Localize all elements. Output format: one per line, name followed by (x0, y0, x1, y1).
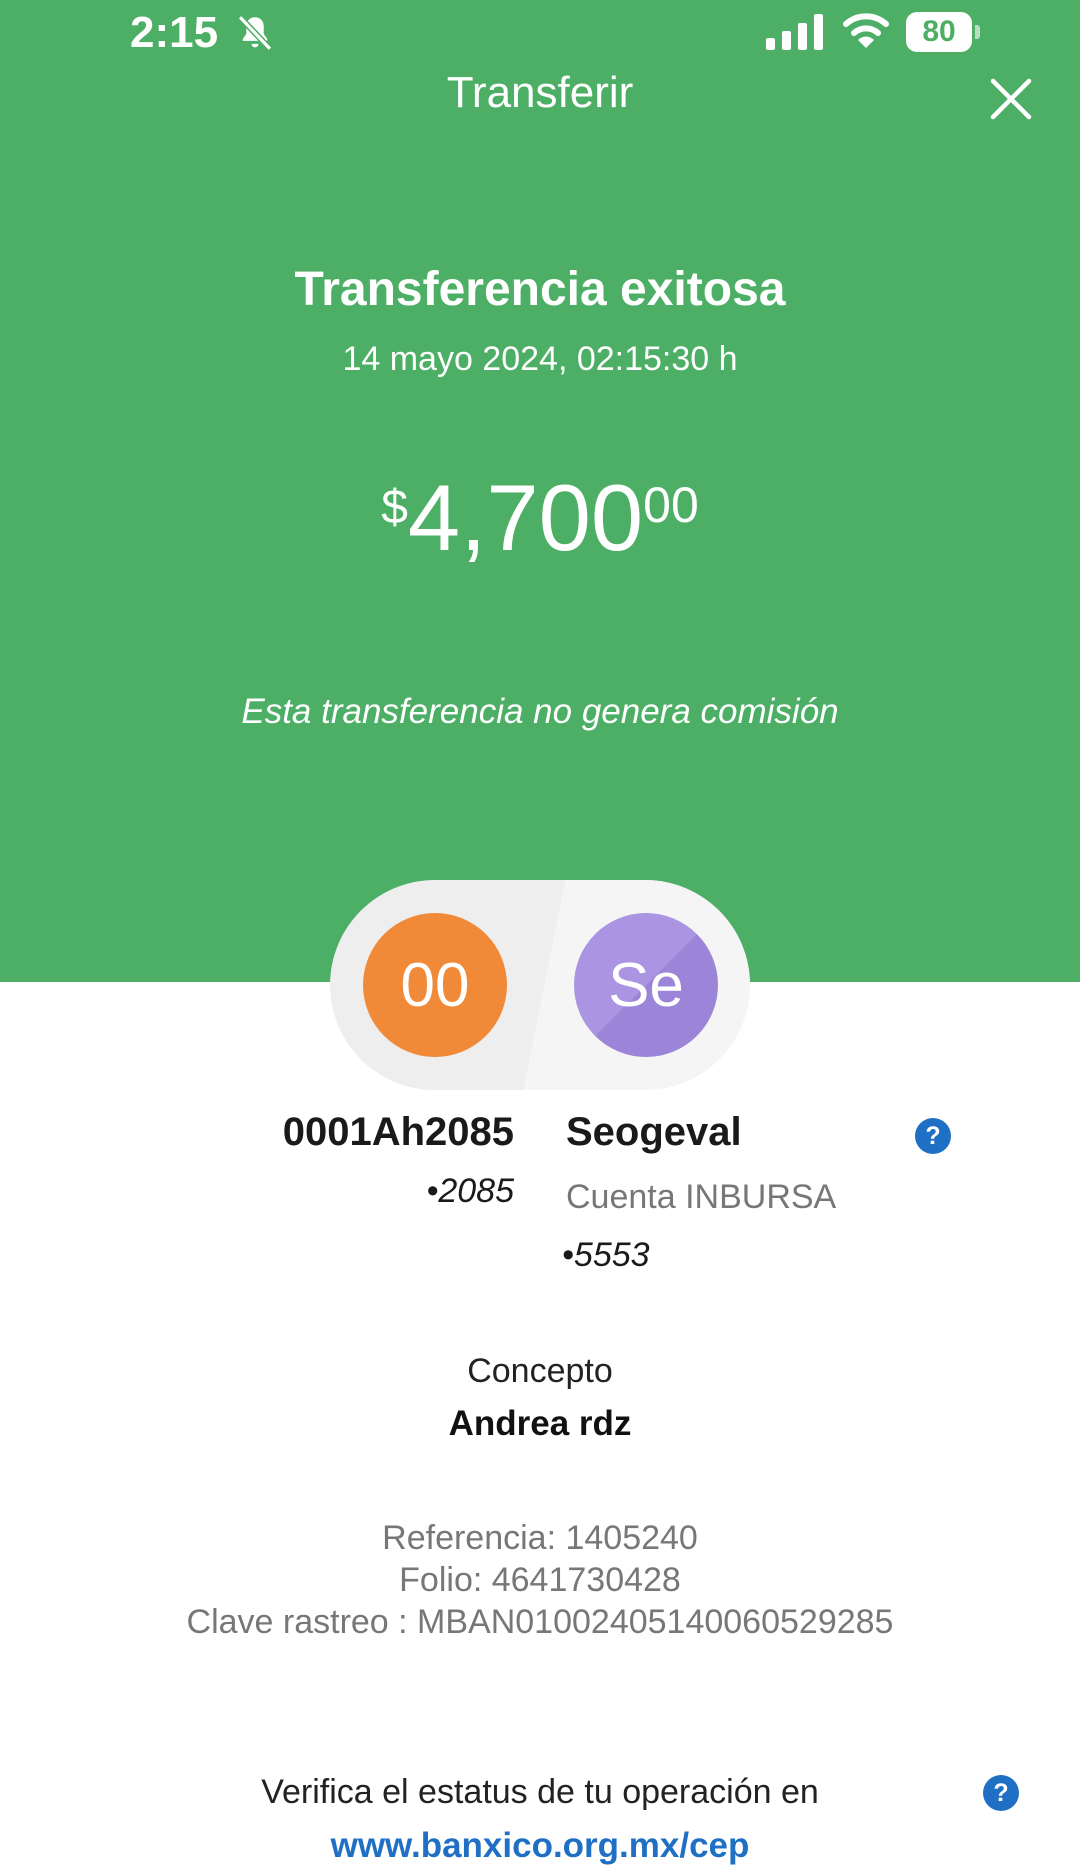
destination-account-name: Seogeval (566, 1110, 742, 1154)
page-title: Transferir (446, 68, 634, 117)
folio-number: Folio: 4641730428 (399, 1561, 681, 1599)
amount-currency: $ (381, 481, 408, 534)
amount-cents: 00 (643, 477, 699, 533)
help-icon[interactable]: ? (915, 1118, 951, 1154)
destination-account-number: •5553 (562, 1236, 650, 1274)
success-title: Transferencia exitosa (294, 263, 786, 316)
battery-nub (975, 25, 980, 39)
verify-help-icon[interactable]: ? (983, 1775, 1019, 1811)
status-time: 2:15 (130, 8, 219, 57)
transfer-datetime: 14 mayo 2024, 02:15:30 h (342, 340, 738, 378)
destination-initials: Se (608, 950, 684, 1020)
wifi-icon (843, 13, 889, 48)
close-icon[interactable] (990, 78, 1032, 120)
tracking-key: Clave rastreo : MBAN01002405140060529285 (186, 1603, 894, 1641)
amount-main: 4,700 (407, 465, 644, 570)
fee-note: Esta transferencia no genera comisión (241, 692, 839, 731)
battery-icon: 80 (906, 12, 980, 52)
battery-level: 80 (906, 12, 972, 52)
destination-avatar: Se (574, 913, 718, 1057)
signal-icon (766, 14, 823, 50)
transfer-amount: $4,70000 (0, 468, 1080, 568)
origin-avatar: 00 (363, 913, 507, 1057)
verify-text: Verifica el estatus de tu operación en (261, 1773, 819, 1811)
accounts-avatar-pill: 00 Se (330, 880, 750, 1090)
origin-account-number: •2085 (426, 1172, 514, 1210)
destination-bank: Cuenta INBURSA (566, 1178, 837, 1216)
reference-number: Referencia: 1405240 (382, 1519, 698, 1557)
concept-value: Andrea rdz (448, 1404, 632, 1443)
banxico-cep-link[interactable]: www.banxico.org.mx/cep (0, 1826, 1080, 1866)
origin-initials: 00 (400, 950, 470, 1020)
concept-label: Concepto (467, 1352, 613, 1390)
bell-muted-icon (237, 15, 273, 51)
origin-account-name: 0001Ah2085 (282, 1110, 514, 1154)
